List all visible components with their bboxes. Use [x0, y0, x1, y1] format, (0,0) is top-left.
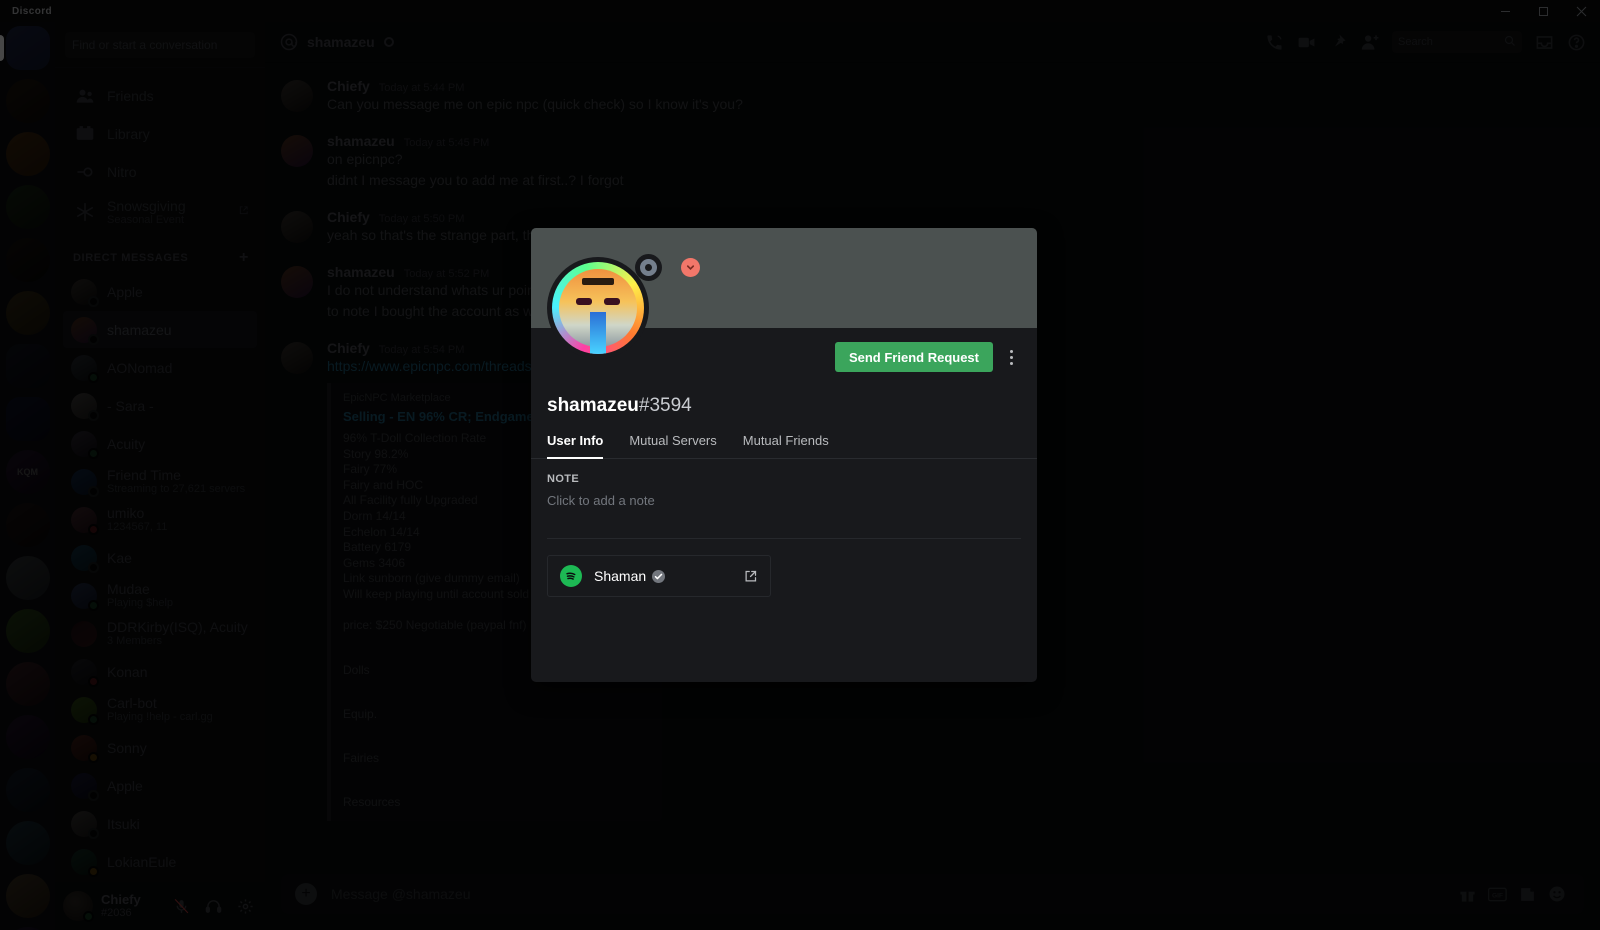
tab-mutual-friends[interactable]: Mutual Friends [743, 433, 829, 459]
divider [547, 538, 1021, 539]
more-options-icon[interactable] [997, 342, 1025, 372]
profile-discriminator: #3594 [638, 395, 692, 416]
avatar[interactable] [547, 254, 700, 359]
discord-window: Discord KQM Find or start a conversation… [0, 0, 1600, 930]
note-label: NOTE [547, 473, 580, 485]
profile-username: shamazeu#3594 [531, 392, 1037, 417]
spotify-icon [560, 565, 582, 587]
profile-header: Send Friend Request [531, 254, 1037, 392]
profile-tabs: User Info Mutual Servers Mutual Friends [531, 417, 1037, 459]
send-friend-request-button[interactable]: Send Friend Request [834, 342, 993, 372]
activity-card[interactable]: Shaman [547, 555, 771, 597]
profile-tab-content: NOTE Click to add a note Shaman [531, 459, 1037, 682]
tab-mutual-servers[interactable]: Mutual Servers [629, 433, 716, 459]
hypesquad-badge-icon[interactable] [681, 258, 700, 277]
profile-actions: Send Friend Request [834, 342, 1025, 372]
verified-check-icon [652, 569, 666, 583]
tab-user-info[interactable]: User Info [547, 433, 604, 459]
avatar-image [552, 262, 644, 354]
profile-username-text: shamazeu [547, 395, 639, 416]
status-badge [635, 254, 662, 281]
note-input[interactable]: Click to add a note [547, 493, 1021, 508]
user-profile-modal: Send Friend Request shamazeu#3594 User I… [531, 228, 1037, 682]
activity-name: Shaman [594, 568, 647, 584]
external-link-icon[interactable] [743, 569, 758, 584]
